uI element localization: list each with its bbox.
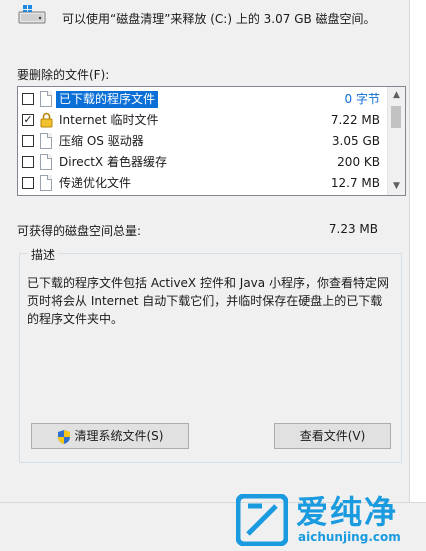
files-to-delete-label: 要删除的文件(F):: [17, 68, 110, 82]
watermark-logo-icon: [236, 494, 288, 546]
checkbox[interactable]: [22, 156, 34, 168]
file-name: Internet 临时文件: [59, 113, 159, 127]
checkbox[interactable]: [22, 177, 34, 189]
list-item[interactable]: 已下载的程序文件 0 字节: [18, 89, 388, 110]
total-space-label: 可获得的磁盘空间总量:: [17, 224, 142, 238]
file-icon: [40, 133, 52, 149]
description-title: 描述: [28, 246, 59, 263]
list-item[interactable]: 压缩 OS 驱动器 3.05 GB: [18, 131, 388, 152]
file-icon: [40, 91, 52, 107]
header-message: 可以使用“磁盘清理”来释放 (C:) 上的 3.07 GB 磁盘空间。: [62, 12, 376, 26]
checkbox[interactable]: [22, 93, 34, 105]
checkbox[interactable]: ✓: [22, 114, 34, 126]
file-icon: [40, 175, 52, 191]
checkbox[interactable]: [22, 135, 34, 147]
watermark: 爱纯净 aichunjing.com: [236, 494, 422, 548]
chevron-down-icon[interactable]: ▼: [388, 178, 405, 195]
watermark-title: 爱纯净: [296, 493, 399, 531]
clean-system-files-button[interactable]: 清理系统文件(S): [31, 423, 189, 449]
file-name: 压缩 OS 驱动器: [59, 134, 144, 148]
file-size: 7.22 MB: [330, 113, 380, 127]
files-listbox[interactable]: 已下载的程序文件 0 字节 ✓ Internet 临时文件 7.22 MB 压缩…: [17, 86, 406, 196]
chevron-up-icon[interactable]: ▲: [388, 87, 405, 104]
file-size: 0 字节: [344, 92, 380, 106]
vertical-scrollbar[interactable]: ▲ ▼: [387, 87, 405, 195]
file-size: 3.05 GB: [331, 134, 380, 148]
clean-system-files-label: 清理系统文件(S): [74, 429, 164, 443]
file-name: DirectX 着色器缓存: [59, 155, 167, 169]
uac-shield-icon: [57, 429, 70, 444]
view-files-button[interactable]: 查看文件(V): [274, 423, 391, 449]
scroll-thumb[interactable]: [391, 106, 401, 128]
file-size: 12.7 MB: [330, 176, 380, 190]
disk-drive-icon: [18, 5, 46, 24]
total-space-value: 7.23 MB: [328, 222, 378, 236]
view-files-label: 查看文件(V): [299, 429, 366, 443]
list-item[interactable]: DirectX 着色器缓存 200 KB: [18, 152, 388, 173]
list-item[interactable]: ✓ Internet 临时文件 7.22 MB: [18, 110, 388, 131]
file-size: 200 KB: [337, 155, 380, 169]
list-item[interactable]: 传递优化文件 12.7 MB: [18, 173, 388, 194]
file-name: 传递优化文件: [59, 176, 132, 190]
file-name: 已下载的程序文件: [56, 91, 159, 108]
description-text: 已下载的程序文件包括 ActiveX 控件和 Java 小程序，你查看特定网页时…: [27, 276, 389, 326]
file-icon: [40, 154, 52, 170]
disk-cleanup-panel: 可以使用“磁盘清理”来释放 (C:) 上的 3.07 GB 磁盘空间。 要删除的…: [0, 0, 410, 502]
lock-icon: [40, 112, 53, 128]
watermark-url: aichunjing.com: [298, 530, 401, 544]
